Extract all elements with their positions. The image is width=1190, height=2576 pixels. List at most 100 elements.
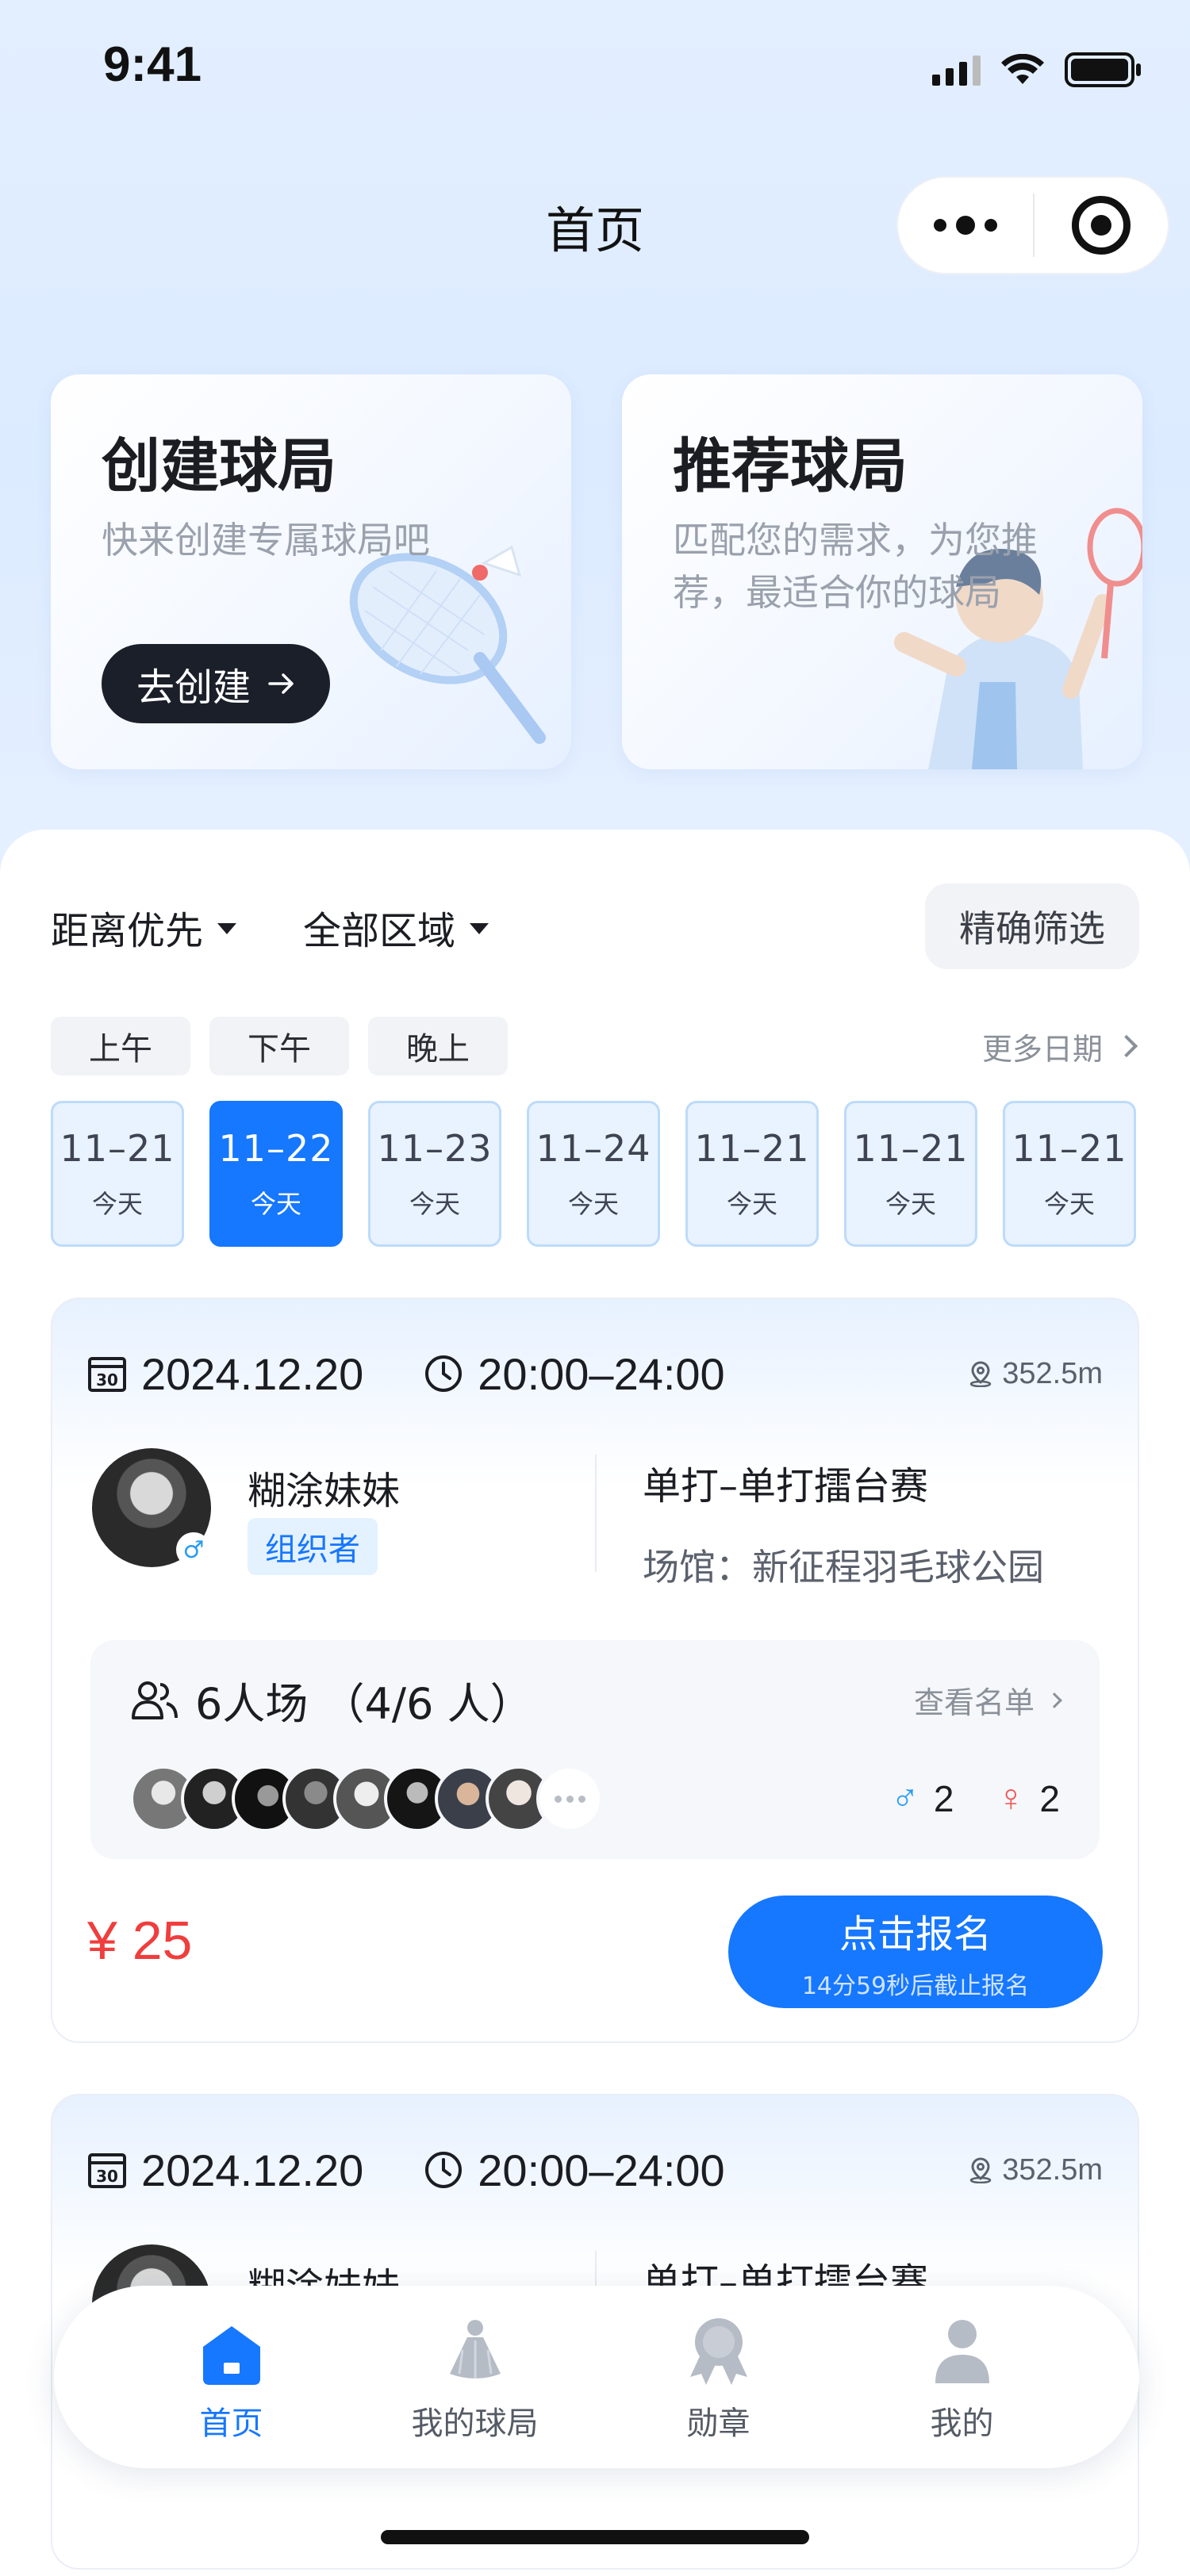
create-game-title: 创建球局 (102, 432, 336, 500)
game-date: 30 2024.12.20 (87, 2145, 363, 2196)
period-evening[interactable]: 晚上 (368, 1017, 508, 1075)
more-dates-link[interactable]: 更多日期 (981, 1017, 1138, 1075)
participant-avatars (130, 1765, 603, 1832)
tab-home-label: 首页 (199, 2405, 263, 2442)
date-value: 11–23 (377, 1127, 493, 1170)
date-value: 11–24 (536, 1127, 651, 1170)
sort-label: 距离优先 (51, 909, 204, 953)
more-dot-icon (934, 219, 946, 232)
date-value: 11–21 (853, 1127, 969, 1170)
medal-icon (685, 2310, 752, 2386)
game-type: 单打–单打擂台赛 (643, 1464, 929, 1508)
female-count: 2 (1039, 1777, 1060, 1819)
region-label: 全部区域 (303, 909, 456, 953)
wifi-icon (1001, 54, 1044, 86)
signup-deadline: 14分59秒后截止报名 (801, 1972, 1030, 2000)
people-icon (132, 1681, 178, 1719)
organizer-name: 糊涂妹妹 (248, 1469, 401, 1513)
date-value: 11–21 (1012, 1127, 1127, 1170)
svg-text:30: 30 (96, 1370, 118, 1390)
more-dot-icon (985, 219, 997, 232)
game-date: 30 2024.12.20 (87, 1348, 363, 1400)
date-day-label: 今天 (1043, 1189, 1095, 1219)
precise-filter-button[interactable]: 精确筛选 (925, 884, 1139, 969)
signup-button[interactable]: 点击报名 14分59秒后截止报名 (728, 1896, 1103, 2008)
organizer: ♂ 糊涂妹妹 组织者 (92, 1448, 568, 1591)
more-button[interactable] (898, 178, 1033, 273)
tab-home[interactable]: 首页 (144, 2310, 319, 2444)
date-chip[interactable]: 11–21 今天 (51, 1101, 184, 1247)
tab-bar: 首页 我的球局 勋章 我的 (54, 2286, 1139, 2468)
date-chip[interactable]: 11–21 今天 (1003, 1101, 1136, 1247)
badminton-racket-illustration (349, 545, 546, 744)
game-date-text: 2024.12.20 (141, 2145, 364, 2195)
game-meta-row: 30 2024.12.20 20:00–24:00 352.5m (87, 1342, 1103, 1405)
distance-text: 352.5m (1002, 1356, 1103, 1390)
period-morning[interactable]: 上午 (51, 1017, 190, 1075)
tab-badges[interactable]: 勋章 (631, 2310, 806, 2444)
game-card[interactable]: 30 2024.12.20 20:00–24:00 352.5m ♂ 糊涂妹妹 … (51, 1298, 1139, 2043)
roster-panel: 6人场 （4/6 人） 查看名单 ♂ 2 ♀ 2 (90, 1640, 1100, 1859)
shuttlecock-icon (445, 2310, 505, 2386)
user-icon (932, 2310, 992, 2386)
recommend-game-title: 推荐球局 (673, 432, 908, 500)
create-game-card[interactable]: 创建球局 快来创建专属球局吧 去创建 (51, 374, 571, 769)
go-create-button[interactable]: 去创建 (102, 644, 331, 723)
game-time-text: 20:00–24:00 (478, 2145, 725, 2195)
svg-text:30: 30 (96, 2167, 118, 2186)
tab-mine-label: 我的 (930, 2405, 994, 2442)
gender-counts: ♂ 2 ♀ 2 (891, 1777, 1060, 1820)
more-participants-icon[interactable] (536, 1765, 603, 1832)
date-chip-selected[interactable]: 11–22 今天 (209, 1101, 343, 1247)
game-time: 20:00–24:00 (424, 1348, 725, 1400)
date-day-label: 今天 (91, 1189, 143, 1219)
game-time: 20:00–24:00 (424, 2145, 725, 2196)
game-date-text: 2024.12.20 (141, 1348, 364, 1399)
signup-label: 点击报名 (839, 1912, 992, 1957)
date-chip[interactable]: 11–23 今天 (368, 1101, 501, 1247)
location-icon (970, 2157, 992, 2183)
close-miniprogram-button[interactable] (1035, 196, 1168, 255)
region-dropdown[interactable]: 全部区域 (303, 899, 489, 955)
game-distance: 352.5m (967, 1357, 1103, 1391)
game-meta-row: 30 2024.12.20 20:00–24:00 352.5m (87, 2138, 1103, 2202)
calendar-icon: 30 (88, 1357, 126, 1392)
sort-dropdown[interactable]: 距离优先 (51, 899, 237, 955)
date-picker: 11–21 今天 11–22 今天 11–23 今天 11–24 今天 11–21 今天 … (51, 1101, 1139, 1247)
filter-bar: 距离优先 全部区域 精确筛选 (51, 884, 1139, 971)
view-roster-label: 查看名单 (913, 1685, 1035, 1720)
date-day-label: 今天 (885, 1189, 936, 1219)
distance-text: 352.5m (1002, 2152, 1103, 2187)
male-count: 2 (933, 1777, 954, 1819)
date-chip[interactable]: 11–24 今天 (527, 1101, 660, 1247)
caret-down-icon (470, 923, 489, 934)
view-roster-link[interactable]: 查看名单 (913, 1678, 1062, 1722)
location-icon (970, 1361, 992, 1387)
chevron-right-icon (1115, 1034, 1138, 1058)
period-afternoon[interactable]: 下午 (209, 1017, 349, 1075)
more-dot-icon (956, 216, 975, 235)
more-dates-label: 更多日期 (981, 1031, 1103, 1067)
male-icon: ♂ (176, 1532, 211, 1567)
date-day-label: 今天 (567, 1189, 619, 1219)
go-create-label: 去创建 (136, 665, 251, 710)
clock-icon (425, 2152, 463, 2188)
tab-badges-label: 勋章 (686, 2405, 750, 2442)
arrow-right-icon (268, 673, 294, 694)
clock-icon (425, 1355, 463, 1392)
roster-title: 6人场 （4/6 人） (195, 1679, 533, 1729)
recommend-game-subtitle: 匹配您的需求，为您推荐，最适合你的球局 (673, 519, 1038, 614)
recommend-game-card[interactable]: 推荐球局 匹配您的需求，为您推荐，最适合你的球局 (622, 374, 1142, 769)
date-value: 11–21 (60, 1127, 175, 1170)
date-day-label: 今天 (726, 1189, 777, 1219)
price: ¥ 25 (87, 1911, 193, 1971)
target-icon (1072, 196, 1130, 255)
status-time: 9:41 (103, 37, 202, 92)
date-chip[interactable]: 11–21 今天 (685, 1101, 819, 1247)
tab-my-games[interactable]: 我的球局 (388, 2310, 562, 2444)
date-chip[interactable]: 11–21 今天 (844, 1101, 977, 1247)
date-value: 11–21 (694, 1127, 810, 1170)
tab-mine[interactable]: 我的 (875, 2310, 1050, 2444)
battery-icon (1065, 52, 1142, 87)
female-icon: ♀ (996, 1777, 1026, 1819)
